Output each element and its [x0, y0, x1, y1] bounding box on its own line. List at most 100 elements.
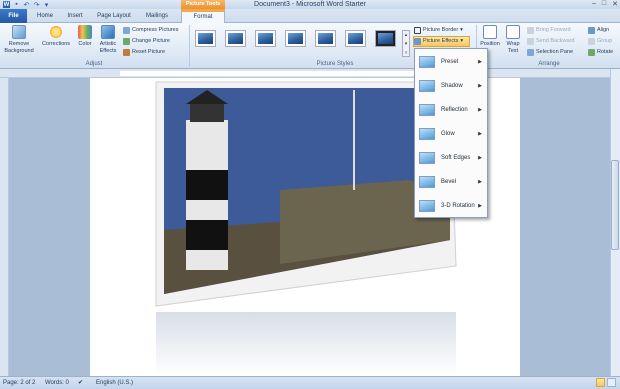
picture-border-button[interactable]: Picture Border ▾: [414, 25, 463, 35]
picture-tools-context-label: Picture Tools: [181, 0, 225, 9]
word-count-status[interactable]: Words: 0: [45, 378, 69, 388]
remove-background-icon: [12, 25, 26, 39]
maximize-button[interactable]: □: [602, 0, 606, 8]
bring-forward-button[interactable]: Bring Forward: [527, 25, 571, 35]
send-backward-button[interactable]: Send Backward: [527, 36, 575, 46]
style-thumb-image: [258, 33, 273, 44]
vertical-ruler[interactable]: [0, 78, 9, 376]
menu-item-soft-edges[interactable]: Soft Edges ▶: [415, 146, 487, 169]
scrollbar-thumb[interactable]: [611, 160, 619, 250]
bring-forward-label: Bring Forward: [536, 27, 571, 33]
compress-pictures-label: Compress Pictures: [132, 27, 179, 33]
picture-style-thumb-selected[interactable]: [375, 30, 396, 47]
color-button[interactable]: Color: [75, 25, 95, 48]
corrections-label: Corrections: [41, 41, 71, 47]
group-button[interactable]: Group: [588, 36, 612, 46]
lighthouse-stripe: [186, 170, 228, 200]
send-backward-label: Send Backward: [536, 38, 575, 44]
wrap-text-button[interactable]: Wrap Text: [502, 25, 524, 54]
selection-pane-icon: [527, 48, 534, 56]
tab-insert[interactable]: Insert: [60, 9, 90, 23]
print-layout-view-button[interactable]: [596, 378, 605, 387]
corrections-button[interactable]: Corrections: [38, 25, 74, 48]
tab-home[interactable]: Home: [30, 9, 60, 23]
redo-icon[interactable]: ↷: [33, 1, 40, 9]
color-icon: [78, 25, 92, 39]
soft-edges-icon: [419, 151, 435, 164]
menu-item-shadow[interactable]: Shadow ▶: [415, 74, 487, 97]
bring-forward-icon: [527, 26, 534, 34]
page-count-status[interactable]: Page: 2 of 2: [3, 378, 35, 388]
picture-effects-label: Picture Effects: [423, 38, 459, 44]
group-icon: [588, 37, 595, 45]
submenu-arrow-icon: ▶: [478, 106, 482, 113]
reflection-icon: [419, 103, 435, 116]
artistic-effects-icon: [101, 25, 115, 39]
menu-item-preset[interactable]: Preset ▶: [415, 50, 487, 73]
lighthouse-lamp: [190, 104, 224, 122]
quick-access-toolbar: W ▪ ↶ ↷ ▾: [3, 0, 50, 9]
glow-icon: [419, 127, 435, 140]
tab-file[interactable]: File: [0, 9, 27, 23]
picture-effects-button[interactable]: Picture Effects ▾: [414, 36, 463, 46]
preset-icon: [419, 55, 435, 68]
bevel-icon: [419, 175, 435, 188]
lighthouse-stripe: [186, 220, 228, 250]
3d-rotation-icon: [419, 199, 435, 212]
selection-pane-label: Selection Pane: [536, 49, 573, 55]
language-status[interactable]: English (U.S.): [96, 378, 133, 388]
submenu-arrow-icon: ▶: [478, 202, 482, 209]
window-title: Document3 - Microsoft Word Starter: [254, 1, 366, 8]
remove-background-button[interactable]: Remove Background: [2, 25, 36, 54]
word-logo-icon: W: [3, 1, 10, 8]
customize-qat-icon[interactable]: ▾: [43, 1, 50, 9]
picture-style-thumb[interactable]: [195, 30, 216, 47]
rotate-button[interactable]: Rotate: [588, 47, 613, 57]
rotate-icon: [588, 48, 595, 56]
menu-item-label: Glow: [441, 130, 455, 137]
align-button[interactable]: Align: [588, 25, 609, 35]
style-thumb-image: [228, 33, 243, 44]
picture-style-thumb[interactable]: [345, 30, 366, 47]
picture-style-thumb[interactable]: [315, 30, 336, 47]
picture-style-thumb[interactable]: [225, 30, 246, 47]
minimize-button[interactable]: –: [592, 0, 596, 8]
chevron-down-icon: ▾: [460, 38, 464, 44]
save-icon[interactable]: ▪: [13, 1, 20, 8]
submenu-arrow-icon: ▶: [478, 154, 482, 161]
undo-icon[interactable]: ↶: [23, 1, 30, 9]
color-label: Color: [78, 41, 92, 47]
shadow-icon: [419, 79, 435, 92]
artistic-effects-button[interactable]: Artistic Effects: [96, 25, 120, 54]
menu-item-glow[interactable]: Glow ▶: [415, 122, 487, 145]
menu-item-label: 3-D Rotation: [441, 202, 475, 209]
send-backward-icon: [527, 37, 534, 45]
submenu-arrow-icon: ▶: [478, 178, 482, 185]
compress-pictures-button[interactable]: Compress Pictures: [123, 25, 178, 35]
menu-item-bevel[interactable]: Bevel ▶: [415, 170, 487, 193]
picture-style-thumb[interactable]: [285, 30, 306, 47]
picture-border-icon: [414, 26, 421, 34]
proofing-icon[interactable]: ✔: [78, 378, 83, 388]
style-thumb-image: [288, 33, 303, 44]
reset-picture-label: Reset Picture: [132, 49, 166, 55]
position-icon: [483, 25, 497, 39]
remove-background-label: Remove Background: [4, 41, 34, 54]
draft-view-button[interactable]: [607, 378, 616, 387]
position-button[interactable]: Position: [478, 25, 502, 48]
menu-item-3d-rotation[interactable]: 3-D Rotation ▶: [415, 194, 487, 217]
change-picture-label: Change Picture: [132, 38, 170, 44]
change-picture-button[interactable]: Change Picture: [123, 36, 170, 46]
menu-item-label: Preset: [441, 58, 459, 65]
styles-gallery-scroll[interactable]: ▴ ▾ ▿: [402, 30, 410, 57]
tab-mailings[interactable]: Mailings: [140, 9, 174, 23]
align-icon: [588, 26, 595, 34]
artistic-effects-label: Artistic Effects: [99, 41, 117, 54]
picture-style-thumb[interactable]: [255, 30, 276, 47]
selection-pane-button[interactable]: Selection Pane: [527, 47, 573, 57]
tab-page-layout[interactable]: Page Layout: [92, 9, 136, 23]
close-button[interactable]: ✕: [612, 0, 618, 8]
menu-item-reflection[interactable]: Reflection ▶: [415, 98, 487, 121]
reset-picture-button[interactable]: Reset Picture: [123, 47, 165, 57]
compress-icon: [123, 26, 130, 34]
